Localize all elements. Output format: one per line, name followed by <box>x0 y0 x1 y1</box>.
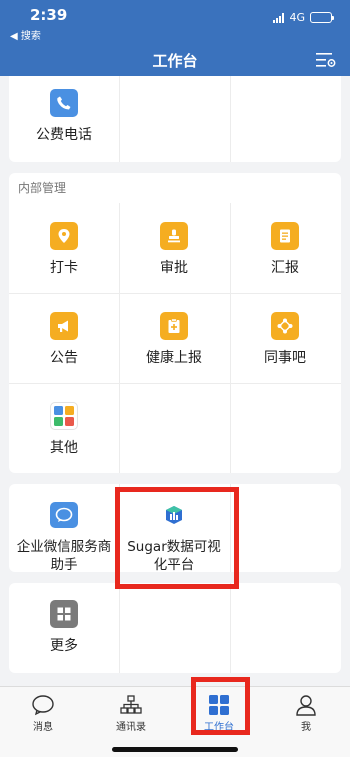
app-label: 审批 <box>160 260 188 276</box>
header-bar: 2:39 ◀ 搜索 4G 工作台 <box>0 0 350 76</box>
section-title: 内部管理 <box>18 181 67 195</box>
home-indicator <box>112 747 238 752</box>
app-label: 同事吧 <box>264 350 306 366</box>
location-pin-icon <box>50 222 78 250</box>
page-title: 工作台 <box>152 52 198 70</box>
highlight-sugar-app <box>115 487 239 589</box>
card-more: 更多 <box>9 583 341 673</box>
chat-bubble-icon <box>50 502 78 528</box>
app-label: 打卡 <box>50 260 78 276</box>
megaphone-icon <box>50 312 78 340</box>
app-label: 健康上报 <box>146 350 202 366</box>
app-label: 其他 <box>50 440 78 456</box>
app-clock-in[interactable]: 打卡 <box>9 208 119 298</box>
app-other[interactable]: 其他 <box>9 388 119 473</box>
app-public-phone[interactable]: 公费电话 <box>9 76 119 162</box>
contacts-org-icon <box>120 695 142 714</box>
status-time: 2:39 <box>30 6 68 24</box>
tab-contacts[interactable]: 通讯录 <box>101 693 161 733</box>
tab-me[interactable]: 我 <box>276 693 336 733</box>
signal-icon <box>273 12 285 23</box>
card-internal-management: 内部管理 打卡 审批 汇报 公告 健康上报 同事吧 其他 <box>9 173 341 473</box>
highlight-workbench-tab <box>191 677 250 735</box>
colleague-network-icon <box>271 312 299 340</box>
app-label: 汇报 <box>271 260 299 276</box>
network-label: 4G <box>289 11 305 24</box>
back-to-search-link[interactable]: ◀ 搜索 <box>10 27 41 42</box>
status-indicators: 4G <box>273 11 334 24</box>
app-announcement[interactable]: 公告 <box>9 298 119 388</box>
more-grid-icon <box>50 600 78 628</box>
health-report-icon <box>160 312 188 340</box>
app-colleagues[interactable]: 同事吧 <box>230 298 340 388</box>
tab-label: 我 <box>301 722 311 733</box>
app-label: 公告 <box>50 350 78 366</box>
tab-messages[interactable]: 消息 <box>13 693 73 733</box>
message-icon <box>32 695 54 716</box>
app-health-report[interactable]: 健康上报 <box>119 298 229 388</box>
app-wecom-provider-assistant[interactable]: 企业微信服务商助手 <box>9 484 119 572</box>
tab-label: 通讯录 <box>116 722 146 733</box>
app-more[interactable]: 更多 <box>9 583 119 673</box>
app-grid-colorful-icon <box>50 402 78 430</box>
app-label: 更多 <box>50 638 78 654</box>
app-label: 企业微信服务商助手 <box>16 539 112 572</box>
stamp-icon <box>160 222 188 250</box>
app-report[interactable]: 汇报 <box>230 208 340 298</box>
app-label: 公费电话 <box>36 127 92 143</box>
card-top: 公费电话 <box>9 76 341 162</box>
app-approval[interactable]: 审批 <box>119 208 229 298</box>
person-icon <box>296 695 316 716</box>
phone-icon <box>50 89 78 117</box>
battery-icon <box>310 12 334 23</box>
tab-label: 消息 <box>33 722 53 733</box>
report-doc-icon <box>271 222 299 250</box>
settings-icon[interactable] <box>316 52 336 68</box>
